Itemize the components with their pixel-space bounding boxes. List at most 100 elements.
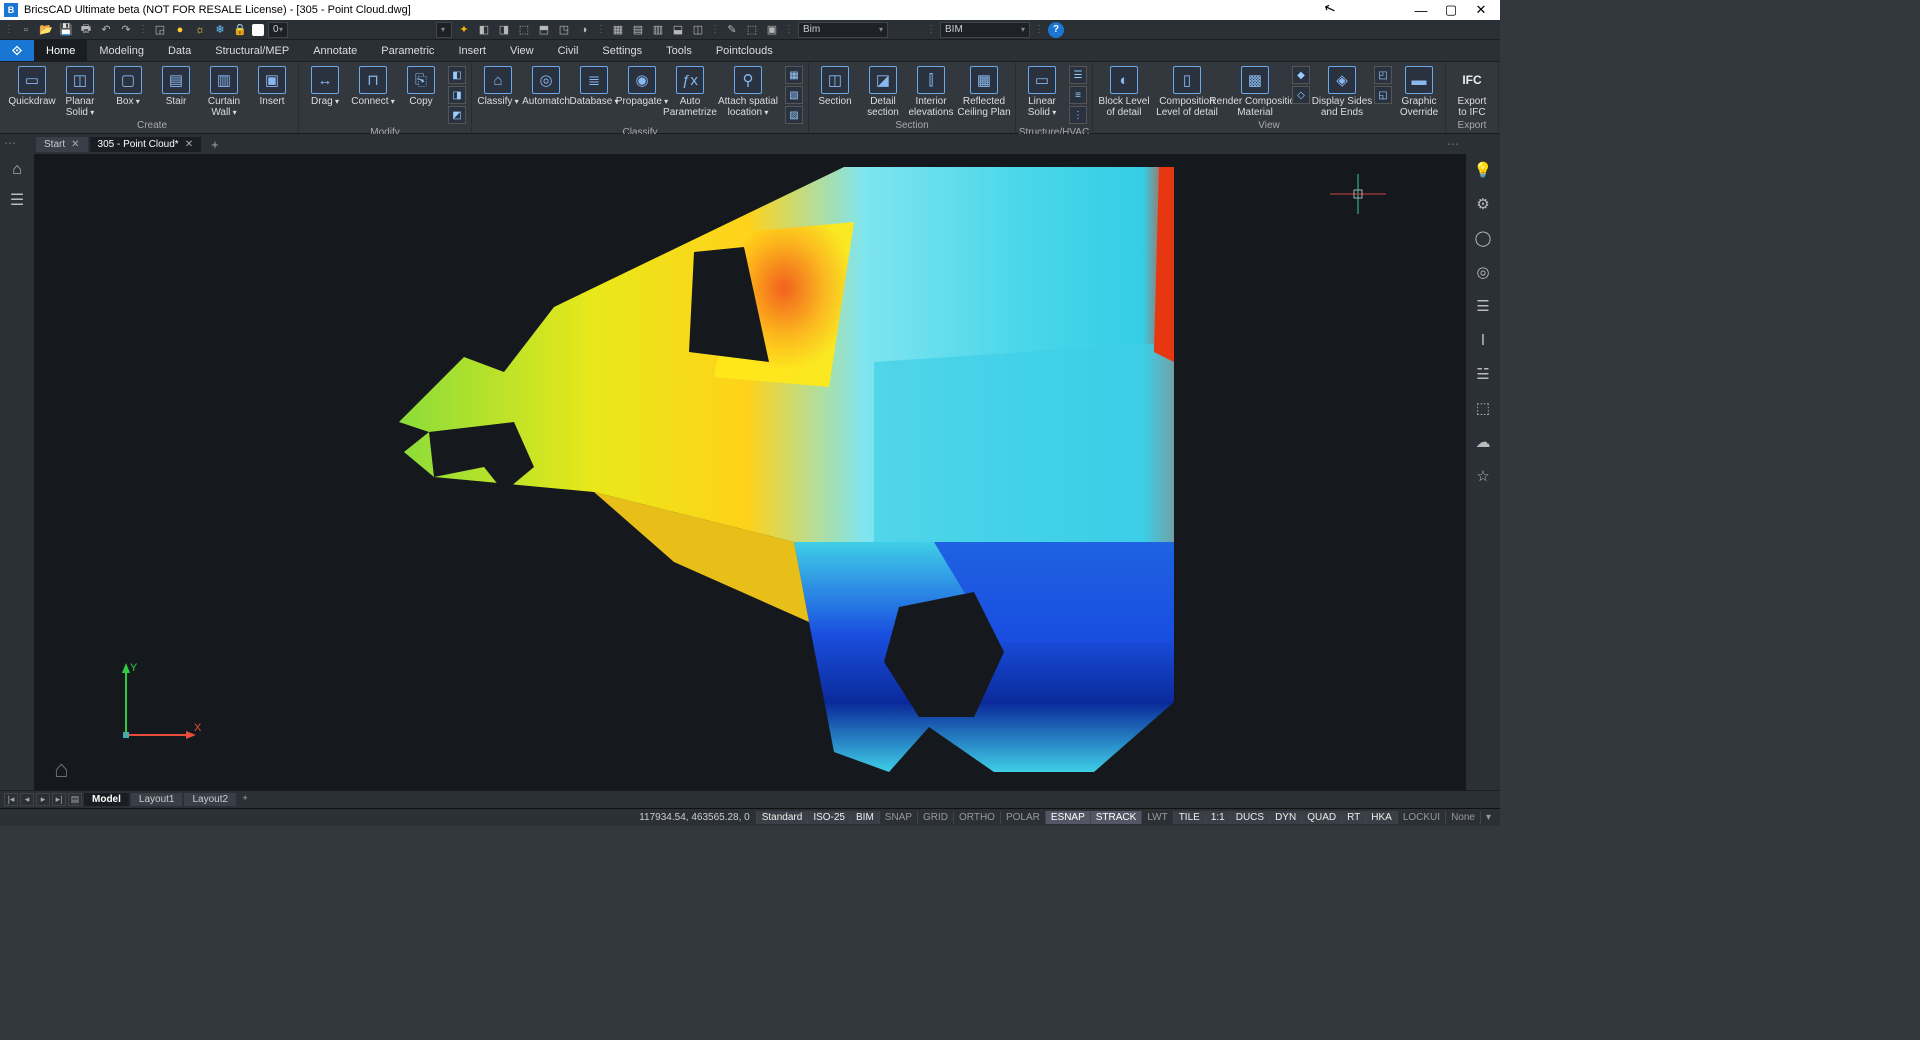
list-icon[interactable]: ☰	[1473, 296, 1493, 316]
status-toggle-tile[interactable]: TILE	[1173, 811, 1205, 824]
freeze-icon[interactable]: ❄	[212, 22, 228, 38]
ribbon-small-button[interactable]: ◆	[1292, 66, 1310, 84]
document-tab[interactable]: 305 - Point Cloud*✕	[90, 137, 202, 152]
close-button[interactable]: ✕	[1466, 2, 1496, 18]
ribbon-tab-parametric[interactable]: Parametric	[369, 40, 446, 61]
tool-e-icon[interactable]: ⬒	[536, 22, 552, 38]
status-toggle-esnap[interactable]: ESNAP	[1045, 811, 1090, 824]
help-icon[interactable]: ?	[1048, 22, 1064, 38]
ribbon-tool-copy[interactable]: ⎘Copy	[397, 64, 445, 107]
qat-grip4-icon[interactable]: ⋮	[710, 24, 720, 35]
qat-grip-icon[interactable]: ⋮	[4, 24, 14, 35]
balloon-icon[interactable]: ◯	[1473, 228, 1493, 248]
status-toggle-lwt[interactable]: LWT	[1141, 811, 1172, 824]
ribbon-tool-autoparametrize[interactable]: ƒxAuto Parametrize	[666, 64, 714, 118]
sun-icon[interactable]: ☼	[192, 22, 208, 38]
ribbon-tool-graphicoverride[interactable]: ▬Graphic Override	[1395, 64, 1443, 118]
layer-combo[interactable]: 0▾	[268, 22, 288, 38]
tool-c-icon[interactable]: ◨	[496, 22, 512, 38]
tool-m-icon[interactable]: ⬚	[744, 22, 760, 38]
star-icon[interactable]: ☆	[1473, 466, 1493, 486]
ribbon-tab-settings[interactable]: Settings	[590, 40, 654, 61]
document-tab[interactable]: Start✕	[36, 137, 88, 152]
ribbon-tool-exporttoifc[interactable]: IFCExport to IFC	[1448, 64, 1496, 118]
ribbon-tool-reflectedceilingplan[interactable]: ▦Reflected Ceiling Plan	[955, 64, 1013, 118]
layout-last-button[interactable]: ▸|	[52, 793, 66, 806]
layout-next-button[interactable]: ▸	[36, 793, 50, 806]
ribbon-small-button[interactable]: ◰	[1374, 66, 1392, 84]
tool-l-icon[interactable]: ◫	[690, 22, 706, 38]
ribbon-tool-detailsection[interactable]: ◪Detail section	[859, 64, 907, 118]
ribbon-tool-database[interactable]: ≣Database ▾	[570, 64, 618, 107]
ribbon-tool-curtainwall[interactable]: ▥Curtain Wall ▾	[200, 64, 248, 118]
maximize-button[interactable]: ▢	[1436, 2, 1466, 18]
ribbon-tool-insert[interactable]: ▣Insert	[248, 64, 296, 107]
tool-f-icon[interactable]: ◳	[556, 22, 572, 38]
ribbon-tool-linearsolid[interactable]: ▭Linear Solid ▾	[1018, 64, 1066, 118]
status-toggle-strack[interactable]: STRACK	[1090, 811, 1142, 824]
status-toggle-none[interactable]: None	[1445, 811, 1480, 824]
status-toggle-ortho[interactable]: ORTHO	[953, 811, 1000, 824]
status-toggle-bim[interactable]: BIM	[850, 811, 879, 824]
ribbon-small-button[interactable]: ☰	[1069, 66, 1087, 84]
ribbon-small-button[interactable]: ▧	[785, 86, 803, 104]
layer-color-swatch[interactable]	[252, 24, 264, 36]
ribbon-small-button[interactable]: ◨	[448, 86, 466, 104]
undo-icon[interactable]: ↶	[98, 22, 114, 38]
tool-j-icon[interactable]: ▥	[650, 22, 666, 38]
ribbon-tab-home[interactable]: Home	[34, 40, 87, 61]
ribbon-tool-box[interactable]: ▢Box ▾	[104, 64, 152, 107]
ribbon-tab-structuralmep[interactable]: Structural/MEP	[203, 40, 301, 61]
ribbon-tool-section[interactable]: ◫Section	[811, 64, 859, 107]
status-toggle-hka[interactable]: HKA	[1365, 811, 1397, 824]
ribbon-tool-interiorelevations[interactable]: ⫿Interior elevations	[907, 64, 955, 118]
layers-icon[interactable]: ☱	[1473, 364, 1493, 384]
new-doc-tab-button[interactable]: +	[203, 137, 227, 152]
radar-icon[interactable]: ◎	[1473, 262, 1493, 282]
redo-icon[interactable]: ↷	[118, 22, 134, 38]
ribbon-small-button[interactable]: ≡	[1069, 86, 1087, 104]
status-toggle-grid[interactable]: GRID	[917, 811, 953, 824]
ribbon-tab-data[interactable]: Data	[156, 40, 203, 61]
home-icon[interactable]: ⌂	[7, 160, 27, 180]
workspace-combo-1[interactable]: Bim▾	[798, 22, 888, 38]
lock-icon[interactable]: 🔒	[232, 22, 248, 38]
save-icon[interactable]: 💾	[58, 22, 74, 38]
status-toggle-iso25[interactable]: ISO-25	[807, 811, 850, 824]
status-toggle-[interactable]: ▾	[1480, 811, 1496, 824]
status-toggle-rt[interactable]: RT	[1341, 811, 1365, 824]
qat-grip5-icon[interactable]: ⋮	[784, 24, 794, 35]
status-toggle-lockui[interactable]: LOCKUI	[1397, 811, 1445, 824]
layout-prev-button[interactable]: ◂	[20, 793, 34, 806]
close-tab-icon[interactable]: ✕	[71, 139, 79, 150]
status-toggle-dyn[interactable]: DYN	[1269, 811, 1301, 824]
ribbon-small-button[interactable]: ◇	[1292, 86, 1310, 104]
tool-g-icon[interactable]: ◑	[576, 22, 592, 38]
ribbon-tool-propagate[interactable]: ◉Propagate ▾	[618, 64, 666, 107]
cursor-coordinates[interactable]: 117934.54, 463565.28, 0	[633, 812, 755, 823]
workspace-combo-2[interactable]: BIM▾	[940, 22, 1030, 38]
ribbon-tool-automatch[interactable]: ◎Automatch	[522, 64, 570, 107]
layout-first-button[interactable]: |◂	[4, 793, 18, 806]
tool-b-icon[interactable]: ◧	[476, 22, 492, 38]
settings-slider-icon[interactable]: ⚙	[1473, 194, 1493, 214]
qat-grip2-icon[interactable]: ⋮	[138, 24, 148, 35]
layout-tab-layout2[interactable]: Layout2	[184, 793, 236, 806]
ribbon-tool-quickdraw[interactable]: ▭Quickdraw	[8, 64, 56, 107]
minimize-button[interactable]: —	[1406, 3, 1436, 18]
tool-a-icon[interactable]: ✦	[456, 22, 472, 38]
close-tab-icon[interactable]: ✕	[185, 139, 193, 150]
status-toggle-snap[interactable]: SNAP	[879, 811, 917, 824]
status-toggle-polar[interactable]: POLAR	[1000, 811, 1045, 824]
tool-k-icon[interactable]: ⬓	[670, 22, 686, 38]
ribbon-tab-modeling[interactable]: Modeling	[87, 40, 156, 61]
ribbon-tab-view[interactable]: View	[498, 40, 546, 61]
ribbon-small-button[interactable]: ◧	[448, 66, 466, 84]
ribbon-tool-rendercompositionmaterial[interactable]: ▩Render Composition Material	[1221, 64, 1289, 118]
ribbon-tool-connect[interactable]: ⊓Connect ▾	[349, 64, 397, 107]
ribbon-tab-tools[interactable]: Tools	[654, 40, 704, 61]
print-icon[interactable]: 🖶	[78, 22, 94, 38]
ribbon-small-button[interactable]: ◱	[1374, 86, 1392, 104]
drawing-viewport[interactable]: Y X ⌂	[34, 154, 1466, 790]
layout-add-button[interactable]: +	[238, 793, 252, 806]
